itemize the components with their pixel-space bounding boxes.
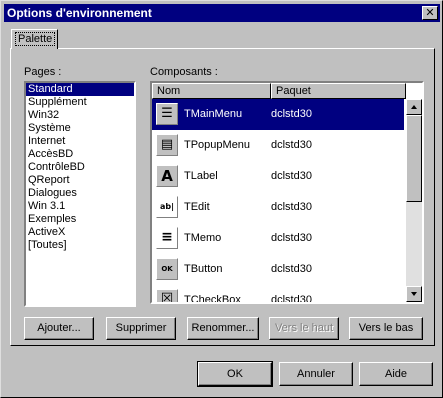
scroll-up-button[interactable] (406, 99, 422, 115)
pages-list-item[interactable]: Win 3.1 (26, 200, 134, 213)
component-package: dclstd30 (271, 108, 312, 120)
arrow-up-icon (411, 105, 417, 109)
pages-list-item[interactable]: Standard (26, 83, 134, 96)
component-package: dclstd30 (271, 263, 312, 275)
title-bar: Options d'environnement ✕ (4, 4, 440, 22)
component-name: TPopupMenu (184, 139, 251, 151)
move-down-button[interactable]: Vers le bas (349, 317, 423, 340)
components-scrollbar[interactable] (406, 99, 422, 302)
component-name: TLabel (184, 170, 218, 182)
tab-palette[interactable]: Palette (11, 29, 58, 49)
component-row[interactable]: ▤ TPopupMenu dclstd30 (152, 130, 404, 161)
pages-list-item[interactable]: Exemples (26, 213, 134, 226)
component-name: TButton (184, 263, 223, 275)
arrow-down-icon (411, 292, 417, 296)
move-up-button[interactable]: Vers le haut (269, 317, 339, 340)
pages-list-item[interactable]: Dialogues (26, 187, 134, 200)
column-header-package[interactable]: Paquet (271, 83, 406, 99)
pages-list-item[interactable]: Internet (26, 135, 134, 148)
checkbox-icon: ☒ (156, 289, 178, 302)
memo-icon: ≡ (156, 227, 178, 249)
component-name: TMemo (184, 232, 222, 244)
component-package: dclstd30 (271, 232, 312, 244)
component-row[interactable]: A TLabel dclstd30 (152, 161, 404, 192)
component-row[interactable]: ☰ TMainMenu dclstd30 (152, 99, 404, 130)
ok-button[interactable]: OK (197, 361, 273, 387)
pages-list-item[interactable]: Supplément (26, 96, 134, 109)
pages-list-item[interactable]: Système (26, 122, 134, 135)
label-icon: A (156, 165, 178, 187)
components-label: Composants : (150, 66, 218, 78)
components-list[interactable]: Nom Paquet ☰ TMainMenu dclstd30 ▤ TPopupMenu… (150, 81, 424, 304)
pages-list-item[interactable]: Win32 (26, 109, 134, 122)
scroll-down-button[interactable] (406, 286, 422, 302)
tab-palette-label: Palette (15, 32, 56, 46)
options-dialog: Options d'environnement ✕ Palette Pages … (0, 0, 443, 398)
pages-list-item[interactable]: QReport (26, 174, 134, 187)
cancel-button[interactable]: Annuler (279, 362, 353, 386)
component-package: dclstd30 (271, 201, 312, 213)
pages-list-item[interactable]: [Toutes] (26, 239, 134, 252)
remove-button[interactable]: Supprimer (106, 317, 176, 340)
component-row[interactable]: ab| TEdit dclstd30 (152, 192, 404, 223)
pages-label: Pages : (24, 66, 62, 78)
component-package: dclstd30 (271, 139, 312, 151)
help-button[interactable]: Aide (359, 362, 433, 386)
component-name: TMainMenu (184, 108, 243, 120)
scroll-thumb[interactable] (406, 115, 422, 202)
popup-menu-icon: ▤ (156, 134, 178, 156)
component-name: TCheckBox (184, 294, 241, 302)
column-header-name[interactable]: Nom (152, 83, 271, 99)
component-name: TEdit (184, 201, 210, 213)
button-icon: OK (156, 258, 178, 280)
component-row[interactable]: OK TButton dclstd30 (152, 254, 404, 285)
pages-list-item[interactable]: ContrôleBD (26, 161, 134, 174)
pages-list-item[interactable]: ActiveX (26, 226, 134, 239)
rename-button[interactable]: Renommer... (187, 317, 259, 340)
pages-list-item[interactable]: AccèsBD (26, 148, 134, 161)
component-package: dclstd30 (271, 170, 312, 182)
edit-icon: ab| (156, 196, 178, 218)
component-row[interactable]: ≡ TMemo dclstd30 (152, 223, 404, 254)
main-menu-icon: ☰ (156, 103, 178, 125)
component-package: dclstd30 (271, 294, 312, 302)
palette-panel: Pages : Standard Supplément Win32 Système In… (10, 48, 435, 346)
component-row[interactable]: ☒ TCheckBox dclstd30 (152, 285, 404, 302)
add-button[interactable]: Ajouter... (24, 317, 94, 340)
close-button[interactable]: ✕ (422, 6, 438, 20)
close-icon: ✕ (425, 7, 435, 19)
window-title: Options d'environnement (7, 6, 152, 20)
pages-list[interactable]: Standard Supplément Win32 Système Internet Ac… (24, 81, 136, 307)
